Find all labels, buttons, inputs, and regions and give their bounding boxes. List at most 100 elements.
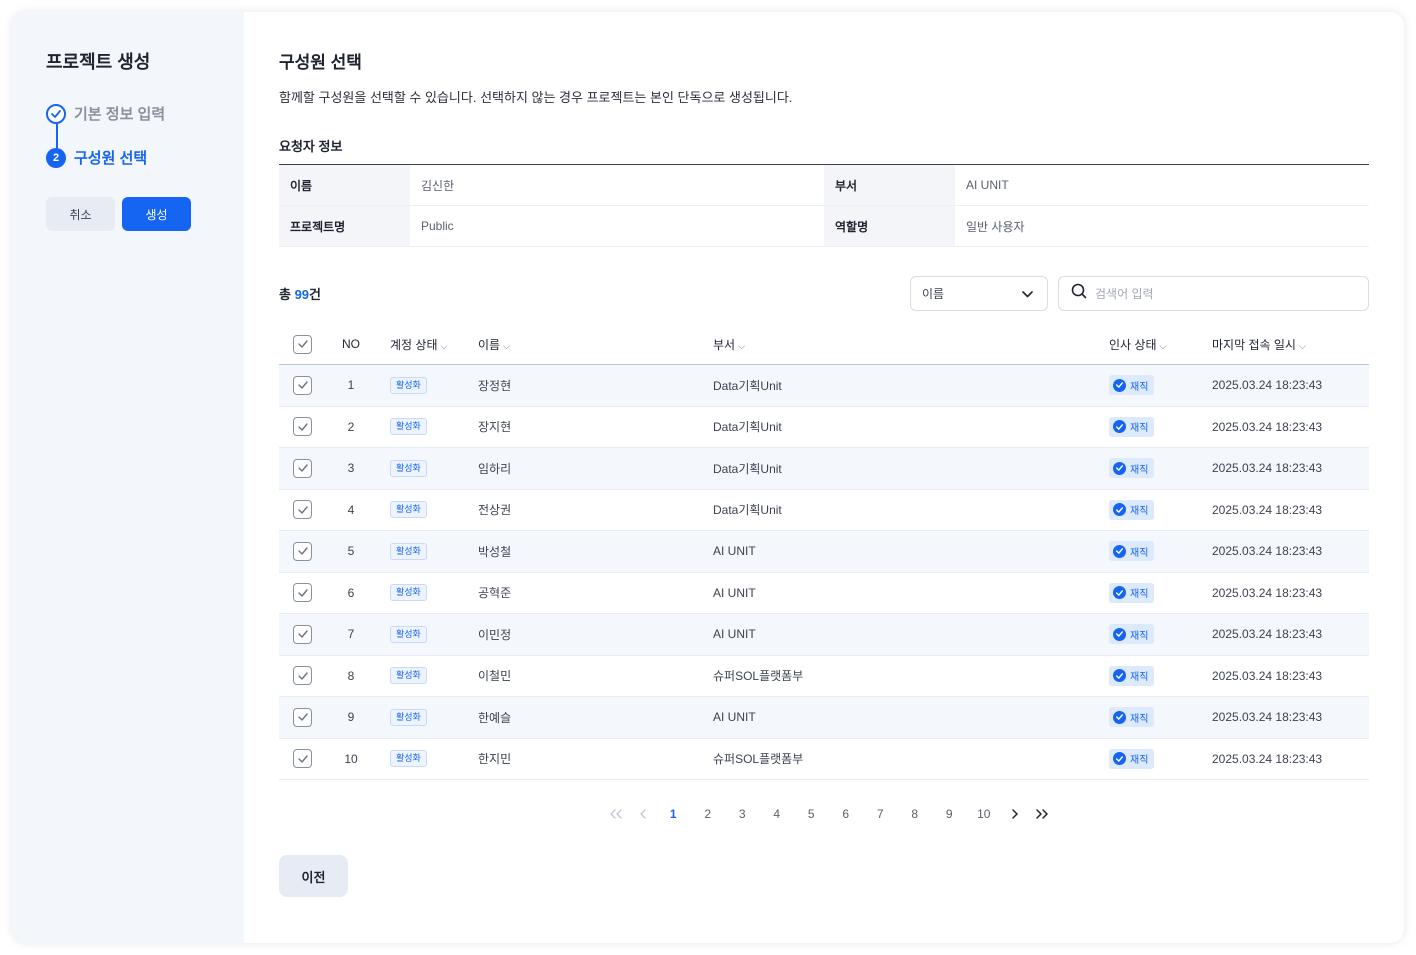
cell-department: AI UNIT [713, 544, 756, 559]
row-checkbox[interactable] [293, 458, 312, 478]
page-number[interactable]: 3 [725, 807, 760, 821]
select-all-checkbox[interactable] [293, 334, 312, 354]
col-department[interactable]: 부서 ⌵ [713, 336, 1109, 353]
page-number[interactable]: 4 [760, 807, 795, 821]
sort-chevron-icon: ⌵ [503, 340, 510, 351]
checkmark-icon [297, 589, 308, 597]
cell-no: 8 [347, 668, 355, 683]
cell-department: Data기획Unit [713, 461, 782, 476]
hr-status-label: 재직 [1130, 464, 1149, 476]
cell-department: AI UNIT [713, 585, 756, 600]
page-number[interactable]: 9 [932, 807, 967, 821]
table-row[interactable]: 3 활성화 임하리 Data기획Unit 재직 2025.03.24 18:23:43 [279, 448, 1369, 490]
check-circle-icon [1113, 503, 1126, 517]
sort-chevron-icon: ⌵ [1298, 340, 1306, 351]
info-label: 이름 [279, 165, 410, 205]
check-circle-icon [1113, 461, 1126, 475]
check-circle-icon [1113, 669, 1126, 683]
page-description: 함께할 구성원을 선택할 수 있습니다. 선택하지 않는 경우 프로젝트는 본인… [279, 90, 793, 105]
cell-name: 장지현 [478, 420, 512, 435]
page-list: 1 2 3 4 5 6 7 8 9 10 [656, 807, 1001, 821]
col-account-status[interactable]: 계정 상태 ⌵ [375, 336, 478, 353]
cell-account-status: 활성화 [375, 501, 478, 519]
cell-account-status: 활성화 [375, 625, 478, 643]
page-number[interactable]: 1 [656, 807, 691, 821]
cell-name: 한지민 [478, 752, 512, 767]
sidebar: 프로젝트 생성 기본 정보 입력 2 구성원 선택 취소 생성 [12, 12, 244, 943]
col-label: 계정 상태 [390, 337, 438, 352]
col-hr-status[interactable]: 인사 상태 ⌵ [1109, 336, 1212, 353]
cell-account-status: 활성화 [375, 542, 478, 560]
page-number[interactable]: 10 [967, 807, 1002, 821]
header-checkbox-cell [279, 334, 327, 354]
page-number[interactable]: 8 [898, 807, 933, 821]
cell-hr-status: 재직 [1109, 458, 1212, 479]
create-button[interactable]: 생성 [122, 197, 191, 231]
double-chevron-left-icon[interactable] [602, 809, 629, 819]
hr-status-label: 재직 [1130, 589, 1149, 601]
row-checkbox-cell [279, 417, 327, 437]
row-checkbox[interactable] [293, 541, 312, 561]
row-checkbox[interactable] [293, 417, 312, 437]
row-checkbox[interactable] [293, 666, 312, 686]
step-label: 기본 정보 입력 [74, 106, 166, 123]
chevron-left-icon[interactable] [629, 809, 656, 819]
search-filter-select[interactable]: 이름 [910, 276, 1048, 311]
row-checkbox[interactable] [293, 749, 312, 769]
app-window: 프로젝트 생성 기본 정보 입력 2 구성원 선택 취소 생성 구성원 선택 함… [12, 12, 1404, 943]
cell-hr-status: 재직 [1109, 707, 1212, 728]
cell-hr-status: 재직 [1109, 582, 1212, 603]
cell-account-status: 활성화 [375, 750, 478, 768]
cell-no: 9 [347, 710, 355, 725]
member-table: NO 계정 상태 ⌵ 이름 ⌵ 부서 ⌵ 인사 상태 ⌵ 마지막 접속 일시 ⌵ 1 활성화… [279, 324, 1369, 780]
account-status-badge: 활성화 [390, 625, 427, 643]
hr-status-label: 재직 [1130, 630, 1149, 642]
table-row[interactable]: 2 활성화 장지현 Data기획Unit 재직 2025.03.24 18:23:43 [279, 407, 1369, 448]
page-number[interactable]: 5 [794, 807, 829, 821]
page-number[interactable]: 7 [863, 807, 898, 821]
search-box[interactable] [1058, 276, 1369, 311]
double-chevron-right-icon[interactable] [1028, 809, 1055, 819]
row-checkbox[interactable] [293, 583, 312, 603]
search-input[interactable] [1095, 286, 1345, 301]
table-row[interactable]: 7 활성화 이민정 AI UNIT 재직 2025.03.24 18:23:43 [279, 614, 1369, 656]
chevron-right-icon[interactable] [1001, 809, 1028, 819]
table-row[interactable]: 4 활성화 전상권 Data기획Unit 재직 2025.03.24 18:23:43 [279, 490, 1369, 531]
cell-no: 7 [347, 627, 355, 642]
prev-button[interactable]: 이전 [279, 855, 348, 897]
page-number[interactable]: 6 [829, 807, 864, 821]
cancel-button[interactable]: 취소 [46, 197, 115, 231]
table-row[interactable]: 1 활성화 장정현 Data기획Unit 재직 2025.03.24 18:23:43 [279, 365, 1369, 407]
row-checkbox[interactable] [293, 375, 312, 395]
table-row[interactable]: 5 활성화 박성철 AI UNIT 재직 2025.03.24 18:23:43 [279, 531, 1369, 573]
page-number[interactable]: 2 [691, 807, 726, 821]
hr-status-label: 재직 [1130, 423, 1149, 435]
cell-department: 슈퍼SOL플랫폼부 [713, 752, 804, 767]
row-checkbox[interactable] [293, 707, 312, 727]
cell-no: 1 [347, 378, 355, 393]
hr-status-label: 재직 [1130, 755, 1149, 767]
info-value: 일반 사용자 [966, 219, 1025, 234]
check-circle-icon [1113, 378, 1126, 392]
cell-name: 장정현 [478, 378, 512, 393]
table-row[interactable]: 9 활성화 한예슬 AI UNIT 재직 2025.03.24 18:23:43 [279, 697, 1369, 739]
table-row[interactable]: 10 활성화 한지민 슈퍼SOL플랫폼부 재직 2025.03.24 18:23:43 [279, 739, 1369, 780]
cell-department: Data기획Unit [713, 420, 782, 435]
search-icon [1071, 283, 1087, 304]
table-row[interactable]: 6 활성화 공혁준 AI UNIT 재직 2025.03.24 18:23:43 [279, 573, 1369, 614]
hr-status-badge: 재직 [1109, 665, 1155, 686]
step-member-select[interactable]: 2 구성원 선택 [46, 147, 147, 168]
col-last-access[interactable]: 마지막 접속 일시 ⌵ [1212, 336, 1369, 353]
row-checkbox[interactable] [293, 624, 312, 644]
account-status-badge: 활성화 [390, 418, 427, 436]
cell-name: 전상권 [478, 503, 512, 518]
cell-no: 2 [347, 419, 355, 434]
step-basic-info[interactable]: 기본 정보 입력 [46, 103, 165, 124]
cell-name: 공혁준 [478, 586, 512, 601]
row-checkbox[interactable] [293, 500, 312, 520]
hr-status-label: 재직 [1130, 672, 1149, 684]
col-name[interactable]: 이름 ⌵ [478, 336, 713, 353]
checkmark-icon [297, 340, 308, 348]
table-row[interactable]: 8 활성화 이철민 슈퍼SOL플랫폼부 재직 2025.03.24 18:23:43 [279, 656, 1369, 697]
cell-last-access: 2025.03.24 18:23:43 [1212, 585, 1323, 600]
